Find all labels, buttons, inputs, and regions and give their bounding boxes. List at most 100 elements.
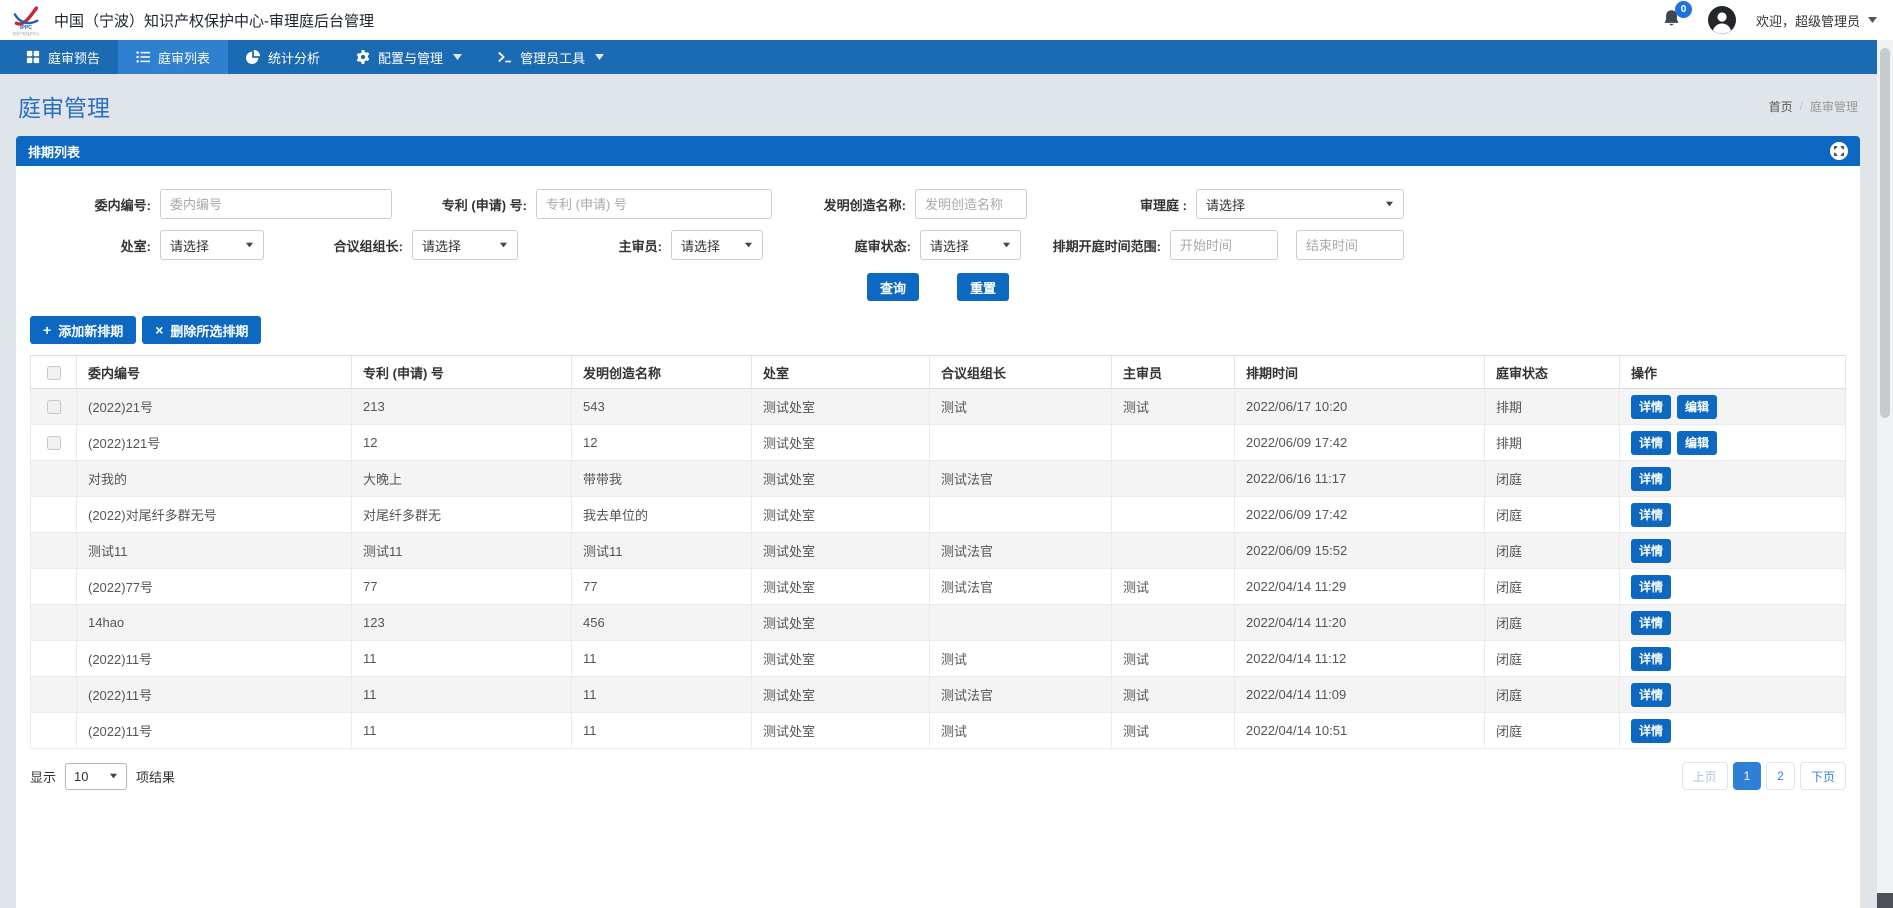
edit-button[interactable]: 编辑 bbox=[1677, 395, 1717, 419]
terminal-icon bbox=[498, 50, 512, 64]
chevron-down-icon bbox=[453, 54, 462, 60]
cell-r3-c5 bbox=[1112, 497, 1235, 533]
cell-r8-c1: 11 bbox=[352, 677, 572, 713]
nav-item-trial-list[interactable]: 庭审列表 bbox=[118, 40, 228, 74]
avatar[interactable] bbox=[1708, 6, 1736, 34]
cell-r5-c0: (2022)77号 bbox=[77, 569, 352, 605]
page-size-select[interactable]: 10 bbox=[65, 763, 127, 790]
cell-r9-c6: 2022/04/14 10:51 bbox=[1235, 713, 1485, 749]
column-header-5: 主审员 bbox=[1112, 356, 1235, 389]
select-all-checkbox[interactable] bbox=[47, 366, 61, 380]
filter-input-r1-1[interactable] bbox=[536, 189, 772, 219]
cell-r5-c6: 2022/04/14 11:29 bbox=[1235, 569, 1485, 605]
select-value: 请选择 bbox=[930, 236, 969, 255]
cell-r9-c7: 闭庭 bbox=[1485, 713, 1620, 749]
filter-select-r2-0[interactable]: 请选择 bbox=[160, 230, 264, 260]
nav-item-label: 庭审列表 bbox=[158, 48, 210, 67]
cell-r2-c2: 带带我 bbox=[572, 461, 752, 497]
detail-button[interactable]: 详情 bbox=[1631, 431, 1671, 455]
row-checkbox[interactable] bbox=[47, 436, 61, 450]
filter-select-r2-2[interactable]: 请选择 bbox=[671, 230, 763, 260]
cell-r6-c6: 2022/04/14 11:20 bbox=[1235, 605, 1485, 641]
filter-date-start[interactable] bbox=[1170, 230, 1278, 260]
cell-r1-c6: 2022/06/09 17:42 bbox=[1235, 425, 1485, 461]
detail-button[interactable]: 详情 bbox=[1631, 683, 1671, 707]
detail-button[interactable]: 详情 bbox=[1631, 503, 1671, 527]
breadcrumb: 首页 / 庭审管理 bbox=[1769, 98, 1858, 115]
detail-button[interactable]: 详情 bbox=[1631, 611, 1671, 635]
schedule-panel: 排期列表 委内编号:专利 (申请) 号:发明创造名称:审理庭 :请选择 处室:请… bbox=[16, 136, 1860, 908]
nav-item-trial-preview[interactable]: 庭审预告 bbox=[8, 40, 118, 74]
cell-r5-c7: 闭庭 bbox=[1485, 569, 1620, 605]
cell-r4-c6: 2022/06/09 15:52 bbox=[1235, 533, 1485, 569]
scrollbar[interactable] bbox=[1877, 40, 1893, 908]
cell-r8-c6: 2022/04/14 11:09 bbox=[1235, 677, 1485, 713]
table-row: (2022)11号1111测试处室测试测试2022/04/14 11:12闭庭详… bbox=[31, 641, 1846, 677]
cell-r7-c4: 测试 bbox=[930, 641, 1112, 677]
cell-r5-c4: 测试法官 bbox=[930, 569, 1112, 605]
table-row: 测试11测试11测试11测试处室测试法官2022/06/09 15:52闭庭详情 bbox=[31, 533, 1846, 569]
filter-select-r2-1[interactable]: 请选择 bbox=[412, 230, 518, 260]
delete-selected-button[interactable]: × 删除所选排期 bbox=[142, 316, 261, 344]
actions-cell: 详情编辑 bbox=[1620, 425, 1846, 461]
cell-r7-c1: 11 bbox=[352, 641, 572, 677]
page-button-2[interactable]: 2 bbox=[1766, 762, 1795, 790]
main-nav: 庭审预告 庭审列表统计分析配置与管理管理员工具 bbox=[0, 40, 1893, 74]
table-row: (2022)对尾纤多群无号对尾纤多群无我去单位的测试处室2022/06/09 1… bbox=[31, 497, 1846, 533]
notifications-button[interactable]: 0 bbox=[1661, 8, 1682, 32]
column-header-7: 庭审状态 bbox=[1485, 356, 1620, 389]
cell-r1-c2: 12 bbox=[572, 425, 752, 461]
select-value: 请选择 bbox=[422, 236, 461, 255]
column-header-3: 处室 bbox=[752, 356, 930, 389]
cell-r1-c5 bbox=[1112, 425, 1235, 461]
detail-button[interactable]: 详情 bbox=[1631, 395, 1671, 419]
breadcrumb-home[interactable]: 首页 bbox=[1769, 98, 1793, 115]
detail-button[interactable]: 详情 bbox=[1631, 647, 1671, 671]
detail-button[interactable]: 详情 bbox=[1631, 575, 1671, 599]
filter-label: 处室: bbox=[30, 236, 160, 255]
pagination: 上页12下页 bbox=[1682, 762, 1846, 790]
filter-label: 合议组组长: bbox=[264, 236, 412, 255]
filter-select-r1-3[interactable]: 请选择 bbox=[1196, 189, 1404, 219]
cell-r7-c6: 2022/04/14 11:12 bbox=[1235, 641, 1485, 677]
filter-label: 委内编号: bbox=[30, 195, 160, 214]
breadcrumb-separator: / bbox=[1800, 99, 1803, 113]
page-button-1[interactable]: 1 bbox=[1733, 762, 1762, 790]
filter-input-r1-2[interactable] bbox=[915, 189, 1027, 219]
nav-item-admin-tools[interactable]: 管理员工具 bbox=[480, 40, 622, 74]
gear-icon bbox=[356, 50, 370, 64]
detail-button[interactable]: 详情 bbox=[1631, 719, 1671, 743]
nav-item-statistics[interactable]: 统计分析 bbox=[228, 40, 338, 74]
scrollbar-thumb[interactable] bbox=[1880, 48, 1890, 418]
prev-page-button[interactable]: 上页 bbox=[1682, 762, 1728, 790]
cell-r5-c5: 测试 bbox=[1112, 569, 1235, 605]
edit-button[interactable]: 编辑 bbox=[1677, 431, 1717, 455]
chevron-down-icon bbox=[500, 243, 507, 248]
row-checkbox[interactable] bbox=[47, 400, 61, 414]
column-header-4: 合议组组长 bbox=[930, 356, 1112, 389]
list-icon bbox=[136, 50, 150, 64]
cell-r8-c0: (2022)11号 bbox=[77, 677, 352, 713]
panel-header: 排期列表 bbox=[16, 136, 1860, 166]
reset-button[interactable]: 重置 bbox=[957, 273, 1009, 301]
user-menu[interactable]: 欢迎，超级管理员 bbox=[1756, 11, 1877, 30]
chevron-down-icon bbox=[110, 774, 117, 779]
filter-select-r2-3[interactable]: 请选择 bbox=[920, 230, 1021, 260]
fullscreen-icon[interactable] bbox=[1830, 142, 1848, 160]
detail-button[interactable]: 详情 bbox=[1631, 539, 1671, 563]
actions-cell: 详情 bbox=[1620, 461, 1846, 497]
detail-button[interactable]: 详情 bbox=[1631, 467, 1671, 491]
nav-item-config-management[interactable]: 配置与管理 bbox=[338, 40, 480, 74]
cell-r4-c7: 闭庭 bbox=[1485, 533, 1620, 569]
add-schedule-button[interactable]: + 添加新排期 bbox=[30, 316, 136, 344]
filter-label: 审理庭 : bbox=[1027, 195, 1196, 214]
filter-date-end[interactable] bbox=[1296, 230, 1404, 260]
search-button[interactable]: 查询 bbox=[867, 273, 919, 301]
cell-r1-c4 bbox=[930, 425, 1112, 461]
filter-input-r1-0[interactable] bbox=[160, 189, 392, 219]
next-page-button[interactable]: 下页 bbox=[1800, 762, 1846, 790]
plus-icon: + bbox=[43, 323, 51, 337]
cell-r3-c2: 我去单位的 bbox=[572, 497, 752, 533]
filter-label: 主审员: bbox=[518, 236, 671, 255]
cell-r2-c4: 测试法官 bbox=[930, 461, 1112, 497]
